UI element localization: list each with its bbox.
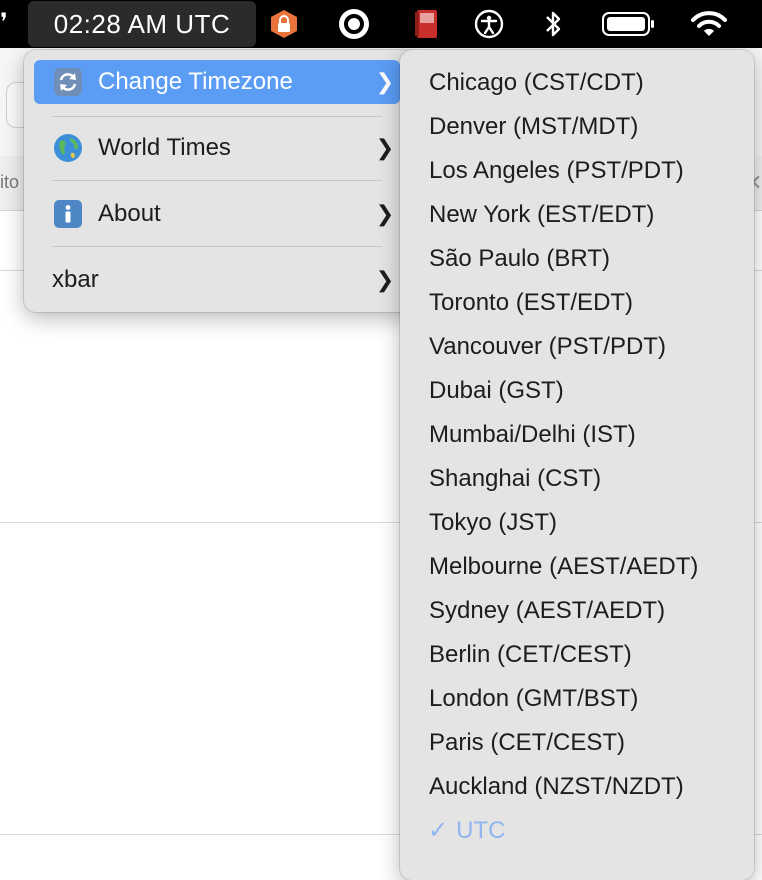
background-partial-text: ito	[0, 172, 20, 192]
chevron-right-icon: ❯	[375, 135, 395, 160]
info-icon	[52, 198, 84, 230]
timezone-option[interactable]: Toronto (EST/EDT)	[400, 281, 754, 325]
timezone-option-utc-selected[interactable]: ✓ UTC	[400, 809, 754, 853]
timezone-option[interactable]: Denver (MST/MDT)	[400, 105, 754, 149]
globe-icon	[52, 132, 84, 164]
menu-item-label: About	[98, 200, 161, 227]
timezone-option[interactable]: Tokyo (JST)	[400, 501, 754, 545]
chevron-right-icon: ❯	[375, 69, 395, 94]
timezone-option[interactable]: Sydney (AEST/AEDT)	[400, 589, 754, 633]
battery-icon[interactable]	[600, 8, 658, 40]
timezone-option[interactable]: Vancouver (PST/PDT)	[400, 325, 754, 369]
timezone-list: Chicago (CST/CDT) Denver (MST/MDT) Los A…	[400, 61, 754, 853]
menu-separator	[52, 180, 382, 181]
timezone-option[interactable]: Dubai (GST)	[400, 369, 754, 413]
timezone-option[interactable]: Los Angeles (PST/PDT)	[400, 149, 754, 193]
menu-item-label: xbar	[52, 266, 99, 293]
timezone-option[interactable]: Shanghai (CST)	[400, 457, 754, 501]
refresh-icon	[52, 66, 84, 98]
app-glyph-icon[interactable]: ❜	[0, 8, 8, 37]
timezone-dropdown-menu: Change Timezone ❯ World Times ❯ About ❯	[24, 50, 416, 312]
timezone-option[interactable]: São Paulo (BRT)	[400, 237, 754, 281]
timezone-option[interactable]: Auckland (NZST/NZDT)	[400, 765, 754, 809]
timezone-option[interactable]: Paris (CET/CEST)	[400, 721, 754, 765]
accessibility-icon[interactable]	[472, 8, 506, 40]
menu-separator	[52, 116, 382, 117]
timezone-option[interactable]: London (GMT/BST)	[400, 677, 754, 721]
timezone-clock-menu[interactable]: 02:28 AM UTC	[28, 1, 256, 47]
menu-separator	[52, 246, 382, 247]
menu-item-world-times[interactable]: World Times ❯	[34, 126, 400, 170]
bluetooth-icon[interactable]	[540, 8, 566, 40]
chevron-right-icon: ❯	[375, 201, 395, 226]
timezone-option-label: UTC	[456, 817, 506, 844]
wifi-icon[interactable]	[688, 8, 730, 40]
timezone-option[interactable]: Mumbai/Delhi (IST)	[400, 413, 754, 457]
menu-item-xbar[interactable]: xbar ❯	[34, 258, 400, 302]
lock-badge-icon[interactable]	[266, 8, 302, 40]
flashcard-app-icon[interactable]	[412, 8, 442, 40]
menu-item-change-timezone[interactable]: Change Timezone ❯	[34, 60, 400, 104]
checkmark-icon: ✓	[428, 817, 449, 844]
record-icon[interactable]	[336, 8, 372, 40]
timezone-submenu: Chicago (CST/CDT) Denver (MST/MDT) Los A…	[400, 50, 754, 880]
menu-item-about[interactable]: About ❯	[34, 192, 400, 236]
timezone-option[interactable]: New York (EST/EDT)	[400, 193, 754, 237]
timezone-option[interactable]: Chicago (CST/CDT)	[400, 61, 754, 105]
chevron-right-icon: ❯	[375, 267, 395, 292]
menu-item-label: World Times	[98, 134, 231, 161]
menu-item-label: Change Timezone	[98, 68, 293, 95]
menu-bar: ❜ 02:28 AM UTC	[0, 0, 762, 48]
timezone-option[interactable]: Berlin (CET/CEST)	[400, 633, 754, 677]
timezone-option[interactable]: Melbourne (AEST/AEDT)	[400, 545, 754, 589]
